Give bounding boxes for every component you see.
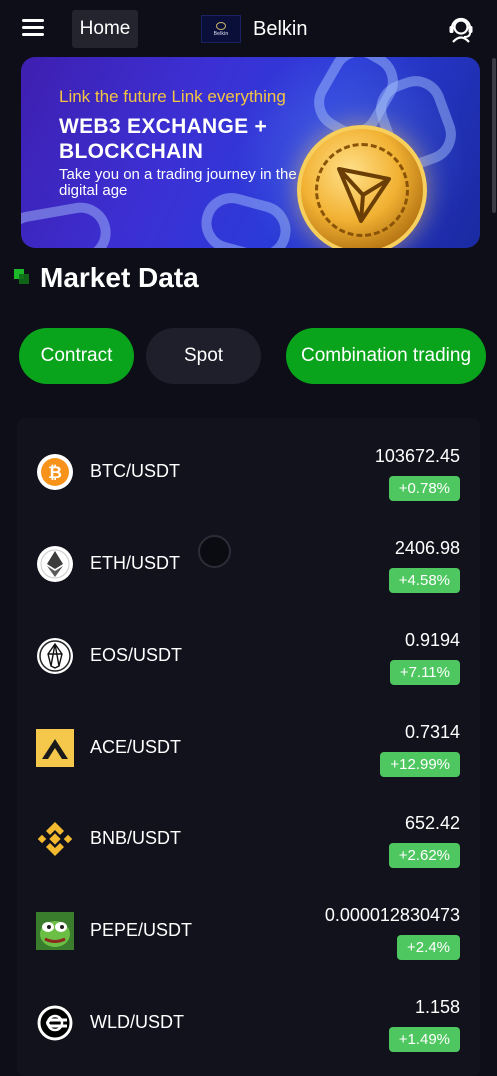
price: 0.7314 bbox=[404, 722, 460, 742]
tab-combination-trading[interactable]: Combination trading bbox=[286, 328, 486, 384]
tab-contract[interactable]: Contract bbox=[19, 328, 134, 384]
brand-logo: Belkin bbox=[201, 15, 241, 43]
banner-headline-2: BLOCKCHAIN bbox=[59, 140, 204, 163]
pair-name: WLD/USDT bbox=[90, 1012, 184, 1032]
tab-spot[interactable]: Spot bbox=[146, 328, 261, 384]
change-badge: +7.11% bbox=[389, 660, 460, 685]
bitcoin-icon: ₿ bbox=[37, 454, 73, 490]
market-list: ₿ BTC/USDT 103672.45 +0.78% ETH/USDT 240… bbox=[17, 418, 480, 1076]
change-badge: +2.62% bbox=[388, 843, 460, 868]
brand-name: Belkin bbox=[253, 17, 308, 40]
market-row[interactable]: BNB/USDT 652.42 +2.62% bbox=[17, 788, 480, 880]
brand: Belkin Belkin bbox=[201, 14, 307, 44]
change-badge: +12.99% bbox=[380, 752, 460, 777]
market-row[interactable]: PEPE/USDT 0.000012830473 +2.4% bbox=[17, 880, 480, 972]
pepe-icon bbox=[36, 912, 74, 950]
section-title: Market Data bbox=[40, 262, 199, 293]
pair-name: BTC/USDT bbox=[90, 461, 180, 481]
pair-name: ETH/USDT bbox=[90, 553, 180, 573]
pair-name: EOS/USDT bbox=[90, 645, 183, 665]
change-badge: +4.58% bbox=[388, 568, 460, 593]
pair-name: ACE/USDT bbox=[90, 737, 182, 757]
market-row[interactable]: ACE/USDT 0.7314 +12.99% bbox=[17, 697, 480, 789]
banner-tagline: Link the future Link everything bbox=[59, 87, 286, 106]
ethereum-icon bbox=[37, 546, 73, 582]
top-bar: Home Belkin Belkin bbox=[0, 0, 497, 58]
price: 652.42 bbox=[404, 813, 460, 833]
scrollbar[interactable] bbox=[492, 58, 496, 213]
market-data-icon bbox=[14, 269, 30, 285]
change-badge: +0.78% bbox=[388, 476, 460, 501]
market-row[interactable]: EOS/USDT 0.9194 +7.11% bbox=[17, 605, 480, 697]
price: 103672.45 bbox=[374, 446, 460, 466]
change-badge: +1.49% bbox=[388, 1027, 460, 1052]
promo-banner[interactable]: Link the future Link everything WEB3 EXC… bbox=[21, 57, 480, 248]
market-row[interactable]: WLD/USDT 1.158 +1.49% bbox=[17, 972, 480, 1064]
pair-name: PEPE/USDT bbox=[90, 920, 193, 940]
touch-cursor bbox=[198, 535, 231, 568]
tron-coin-icon bbox=[297, 125, 427, 248]
banner-headline-1: WEB3 EXCHANGE + bbox=[59, 115, 268, 138]
banner-subtitle: Take you on a trading journey in the dig… bbox=[59, 166, 297, 199]
customer-support-icon[interactable] bbox=[446, 13, 476, 43]
bnb-icon bbox=[37, 822, 73, 856]
eos-icon bbox=[37, 638, 73, 674]
worldcoin-icon bbox=[37, 1005, 73, 1041]
price: 2406.98 bbox=[394, 538, 460, 558]
price: 0.000012830473 bbox=[324, 905, 460, 925]
market-row[interactable]: ₿ BTC/USDT 103672.45 +0.78% bbox=[17, 421, 480, 513]
pair-name: BNB/USDT bbox=[90, 828, 182, 848]
home-button[interactable]: Home bbox=[72, 10, 138, 48]
ace-icon bbox=[36, 729, 74, 767]
market-row[interactable]: ETH/USDT 2406.98 +4.58% bbox=[17, 513, 480, 605]
menu-icon[interactable] bbox=[22, 19, 44, 37]
price: 0.9194 bbox=[404, 630, 460, 650]
price: 1.158 bbox=[414, 997, 460, 1017]
svg-text:₿: ₿ bbox=[48, 463, 62, 483]
change-badge: +2.4% bbox=[397, 935, 460, 960]
